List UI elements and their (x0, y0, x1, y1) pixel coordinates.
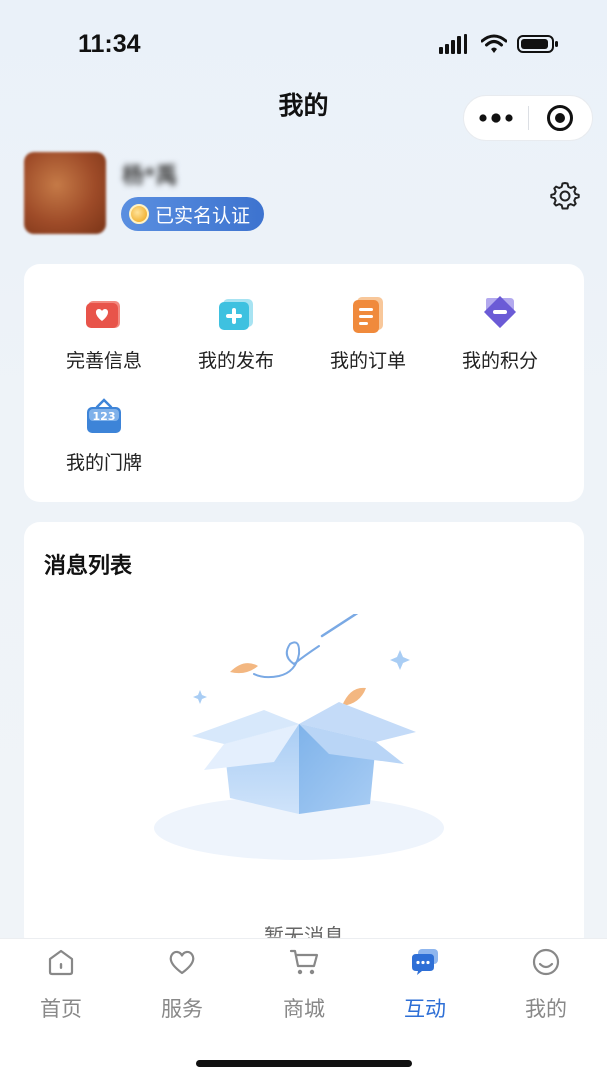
verified-coin-icon (129, 204, 149, 224)
tab-label: 服务 (161, 997, 203, 1021)
svg-text:123: 123 (93, 410, 116, 423)
signal-icon (439, 34, 467, 54)
username: 杨*禹 (122, 164, 178, 189)
battery-icon (517, 35, 558, 53)
status-bar: 11:34 (0, 0, 607, 90)
order-list-icon (348, 294, 388, 334)
quick-action-house-number[interactable]: 123 我的门牌 (39, 396, 169, 475)
target-icon (547, 105, 574, 131)
verify-badge[interactable]: 已实名认证 (121, 197, 265, 231)
home-icon (48, 949, 74, 976)
quick-action-complete-info[interactable]: 完善信息 (39, 294, 169, 373)
heart-icon (169, 950, 195, 975)
close-button[interactable] (529, 96, 593, 140)
quick-action-label: 我的积分 (461, 350, 538, 372)
house-number-icon: 123 (84, 396, 124, 436)
more-dots-icon (479, 113, 513, 123)
status-icons (439, 34, 559, 54)
status-time: 11:34 (78, 30, 141, 58)
tab-label: 首页 (40, 997, 82, 1021)
empty-box-illustration (154, 614, 444, 860)
cart-icon (289, 949, 319, 975)
tab-mall[interactable]: 商城 (254, 947, 354, 1023)
profile-circle-icon (532, 948, 560, 976)
tab-label: 互动 (404, 997, 446, 1021)
messages-title: 消息列表 (44, 554, 133, 579)
publish-plus-icon (216, 294, 256, 334)
home-indicator[interactable] (196, 1060, 412, 1067)
avatar[interactable] (24, 152, 106, 234)
tab-bar: 首页 服务 商城 互动 我的 (0, 938, 607, 1080)
tab-mine[interactable]: 我的 (496, 947, 596, 1023)
quick-action-label: 我的订单 (329, 350, 406, 372)
tab-label: 我的 (525, 997, 567, 1021)
points-tag-icon (480, 294, 520, 334)
tab-interact[interactable]: 互动 (375, 947, 475, 1023)
quick-action-my-points[interactable]: 我的积分 (435, 294, 565, 373)
more-button[interactable] (464, 96, 528, 140)
messages-card: 消息列表 暂无消息 (24, 522, 584, 952)
mini-program-capsule (463, 95, 593, 141)
quick-action-my-posts[interactable]: 我的发布 (171, 294, 301, 373)
tab-label: 商城 (283, 997, 325, 1021)
quick-action-label: 完善信息 (65, 350, 142, 372)
profile-header: 杨*禹 已实名认证 (24, 152, 584, 238)
chat-icon (412, 949, 438, 975)
verify-badge-label: 已实名认证 (155, 204, 251, 227)
quick-action-label: 我的发布 (197, 350, 274, 372)
quick-action-label: 我的门牌 (65, 452, 142, 474)
quick-action-my-orders[interactable]: 我的订单 (303, 294, 433, 373)
profile-heart-icon (84, 294, 124, 334)
quick-actions-card: 完善信息 我的发布 我的订单 我的积分 123 我的门牌 (24, 264, 584, 502)
tab-services[interactable]: 服务 (132, 947, 232, 1023)
gear-icon[interactable] (550, 180, 580, 210)
tab-home[interactable]: 首页 (11, 947, 111, 1023)
wifi-icon (481, 34, 507, 53)
